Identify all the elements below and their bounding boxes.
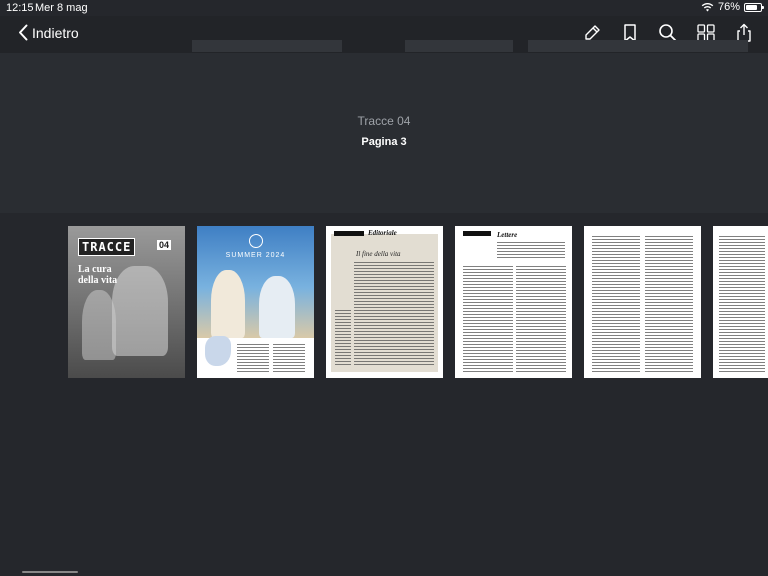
- letters-intro-text: [497, 242, 565, 258]
- editorial-header-bar: [334, 231, 364, 236]
- letters-column-text: [516, 266, 566, 372]
- cover-issue-number: 04: [156, 240, 171, 250]
- supplement-photo-figure: [259, 276, 295, 338]
- shade-segment: [405, 40, 513, 52]
- status-right: 76%: [701, 1, 764, 13]
- supplement-logo-icon: [249, 234, 263, 248]
- thumbnail-page-1[interactable]: TRACCE 04 La cura della vita: [68, 226, 185, 378]
- editorial-sidebar-text: [335, 310, 351, 366]
- page-column-text: [592, 236, 640, 372]
- cover-headline: La cura della vita: [78, 264, 118, 286]
- home-indicator: [22, 571, 78, 573]
- editorial-subtitle: Il fine della vita: [356, 250, 401, 258]
- battery-icon: [744, 2, 764, 12]
- chevron-left-icon: [19, 24, 28, 41]
- supplement-photo-figure: [211, 270, 245, 338]
- status-date: Mer 8 mag: [35, 2, 88, 14]
- letters-header-bar: [463, 231, 491, 236]
- page-info-band: [0, 40, 768, 213]
- back-button[interactable]: Indietro: [18, 24, 79, 41]
- supplement-text: [273, 344, 305, 372]
- supplement-title: SUMMER 2024: [225, 252, 286, 259]
- page-column-text: [645, 236, 693, 372]
- cover-photo-figure: [82, 290, 116, 360]
- thumbnail-page-5[interactable]: [584, 226, 701, 378]
- editorial-heading: Editoriale: [368, 229, 397, 237]
- battery-percent: 76%: [717, 1, 740, 13]
- page-thumbnail-strip: TRACCE 04 La cura della vita SUMMER 2024…: [0, 226, 768, 378]
- back-label: Indietro: [32, 24, 79, 41]
- thumbnail-page-3[interactable]: Editoriale Il fine della vita: [326, 226, 443, 378]
- issue-title: Tracce 04: [357, 114, 411, 128]
- editorial-body-text: [354, 262, 434, 366]
- letters-heading: Lettere: [497, 231, 518, 239]
- thumbnail-page-4[interactable]: Lettere: [455, 226, 572, 378]
- status-time: 12:15: [6, 2, 34, 14]
- thumbnail-page-6[interactable]: [713, 226, 768, 378]
- wifi-icon: [701, 2, 714, 12]
- status-bar: 12:15 Mer 8 mag 76%: [0, 0, 768, 16]
- shade-segment: [528, 40, 748, 52]
- letters-column-text: [463, 266, 513, 372]
- cover-logo: TRACCE: [78, 238, 136, 256]
- supplement-map: [205, 336, 231, 366]
- supplement-text: [237, 344, 269, 372]
- current-page-label: Pagina 3: [361, 136, 407, 148]
- page-column-text: [719, 236, 765, 372]
- shade-segment: [192, 40, 342, 52]
- thumbnail-page-2[interactable]: SUMMER 2024: [197, 226, 314, 378]
